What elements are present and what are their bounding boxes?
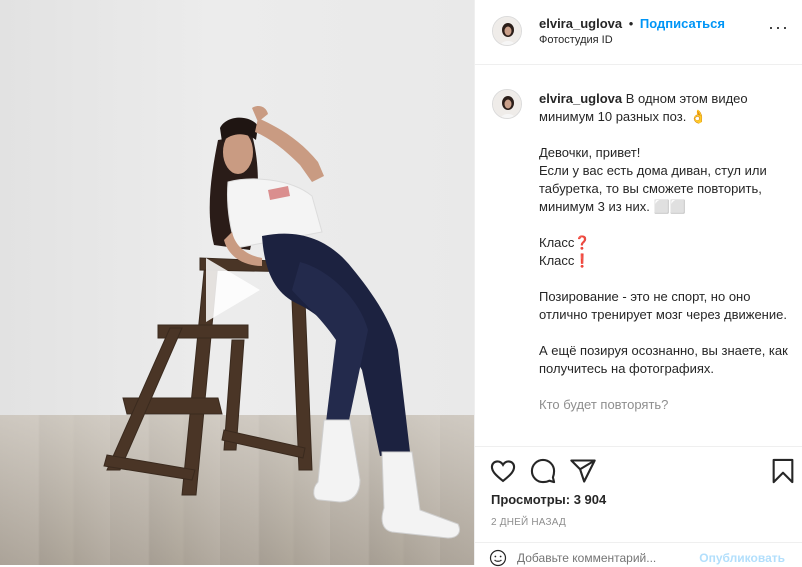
bookmark-icon[interactable] [769,457,797,485]
post-sidebar: elvira_uglova • Подписаться Фотостудия I… [474,0,802,567]
caption-line: Позирование - это не спорт, но оно отлич… [539,289,787,322]
views-number: 3 904 [573,492,607,507]
comment-bar: Опубликовать [475,542,802,567]
more-options-icon[interactable]: ··· [768,18,789,36]
location-link[interactable]: Фотостудия ID [539,34,613,46]
caption-first-line: elvira_uglova В одном этом видео минимум… [539,90,791,126]
follow-button[interactable]: Подписаться [640,16,725,31]
caption-line: Девочки, привет! [539,145,641,160]
caption-line: Кто будет повторять? [539,397,669,412]
avatar-photo-icon [493,90,521,118]
play-button-icon[interactable] [188,250,268,330]
post-header: elvira_uglova • Подписаться Фотостудия I… [475,0,802,65]
caption-avatar[interactable] [492,89,522,119]
avatar-photo-icon [493,17,521,45]
comment-icon[interactable] [529,457,557,485]
ok-hand-icon: 👌 [689,109,707,124]
caption-line: А ещё позируя осознанно, вы знаете, как … [539,343,788,376]
emoji-icon[interactable] [489,549,507,567]
caption-line: Класс❗ [539,253,591,268]
caption-area: elvira_uglova В одном этом видео минимум… [475,66,802,446]
views-count[interactable]: Просмотры: 3 904 [491,492,606,507]
caption-text: elvira_uglova В одном этом видео минимум… [539,90,791,414]
caption-username[interactable]: elvira_uglova [539,91,622,106]
separator-dot: • [628,16,634,31]
caption-line: Если у вас есть дома диван, стул или таб… [539,163,767,214]
post-actions: Просмотры: 3 904 2 ДНЕЙ НАЗАД Опубликова… [475,446,802,567]
comment-input[interactable] [515,550,719,566]
share-icon[interactable] [569,457,597,485]
post-video[interactable] [0,0,474,565]
author-username[interactable]: elvira_uglova [539,16,622,31]
caption-line: Класс❓ [539,235,591,250]
avatar[interactable] [492,16,522,46]
publish-button[interactable]: Опубликовать [699,551,785,565]
views-label: Просмотры: [491,492,571,507]
heart-icon[interactable] [489,457,517,485]
post-timestamp[interactable]: 2 ДНЕЙ НАЗАД [491,517,566,528]
header-line: elvira_uglova • Подписаться [539,16,725,31]
